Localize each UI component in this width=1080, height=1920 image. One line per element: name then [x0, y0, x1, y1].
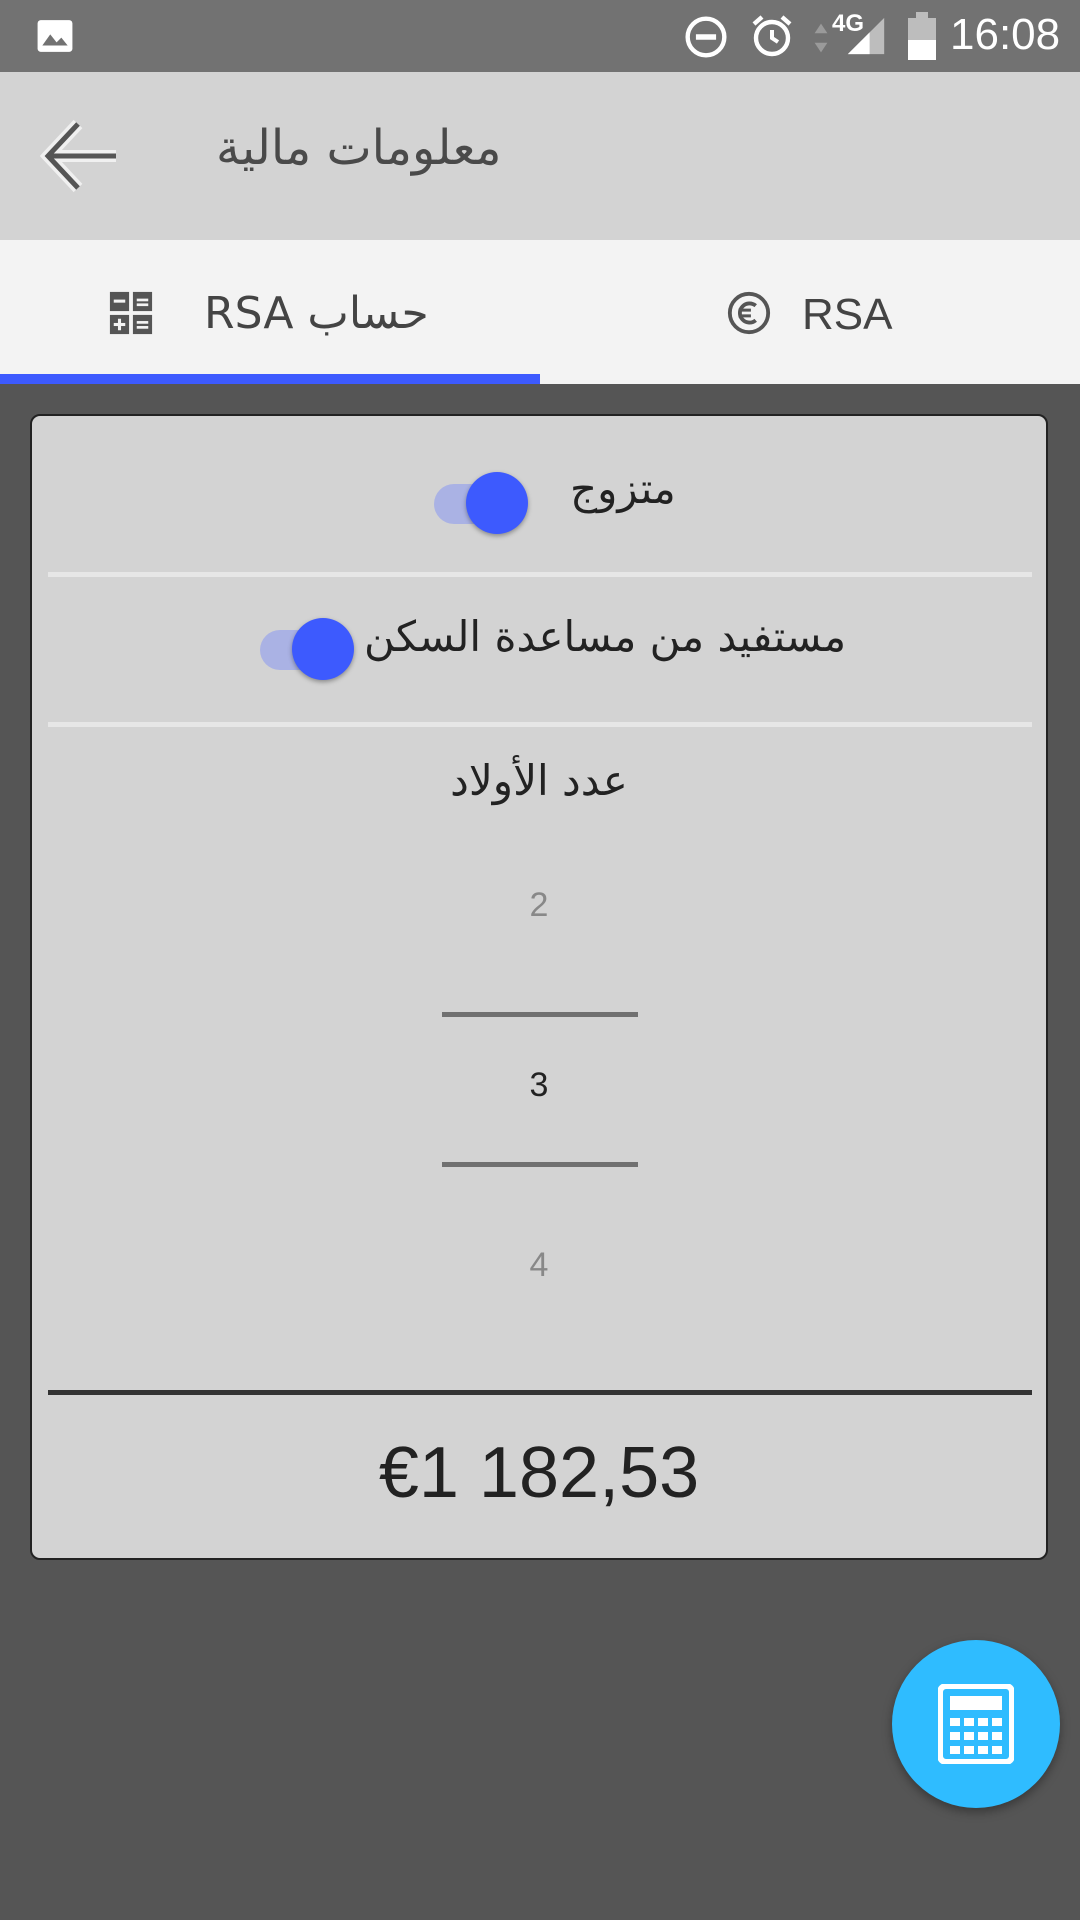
tab-rsa[interactable]: RSA [540, 240, 1080, 384]
battery-icon [908, 12, 936, 60]
picker-option-next[interactable]: 4 [32, 1246, 1046, 1285]
married-toggle[interactable] [434, 472, 530, 536]
app-toolbar: معلومات مالية [0, 72, 1080, 240]
tab-bar: حساب RSA RSA [0, 240, 1080, 384]
divider [48, 722, 1032, 727]
data-arrows-icon [814, 23, 828, 53]
tab-rsa-calculation[interactable]: حساب RSA [0, 240, 540, 384]
calculate-fab-button[interactable] [892, 1640, 1060, 1808]
picker-option-selected[interactable]: 3 [32, 1066, 1046, 1105]
signal-icon [847, 17, 885, 55]
toggle-thumb [466, 472, 528, 534]
tab-label: حساب RSA [204, 288, 429, 339]
married-label: متزوج [570, 464, 676, 513]
picker-selection-line [442, 1012, 638, 1017]
rsa-result-amount: €1 182,53 [378, 1433, 700, 1513]
do-not-disturb-icon [685, 16, 727, 58]
toggle-thumb [292, 618, 354, 680]
arrow-back-icon[interactable] [40, 116, 124, 196]
result-divider [48, 1390, 1032, 1395]
alarm-icon [752, 15, 792, 57]
status-time: 16:08 [950, 10, 1061, 59]
euro-circle-icon [727, 291, 771, 335]
image-icon [37, 20, 73, 52]
rsa-form-card: متزوج مستفيد من مساعدة السكن عدد الأولاد… [30, 414, 1048, 1560]
calculator-icon [938, 1684, 1014, 1764]
picker-selection-line [442, 1162, 638, 1167]
tab-indicator [0, 374, 540, 384]
page-title: معلومات مالية [216, 120, 502, 176]
tab-label: RSA [802, 290, 893, 339]
calculator-grid-icon [109, 291, 153, 335]
housing-aid-toggle[interactable] [260, 618, 356, 682]
picker-option-prev[interactable]: 2 [32, 886, 1046, 925]
divider [48, 572, 1032, 577]
status-bar: 4G 16:08 [0, 0, 1080, 72]
housing-aid-label: مستفيد من مساعدة السكن [364, 612, 847, 661]
children-count-label: عدد الأولاد [450, 756, 628, 805]
